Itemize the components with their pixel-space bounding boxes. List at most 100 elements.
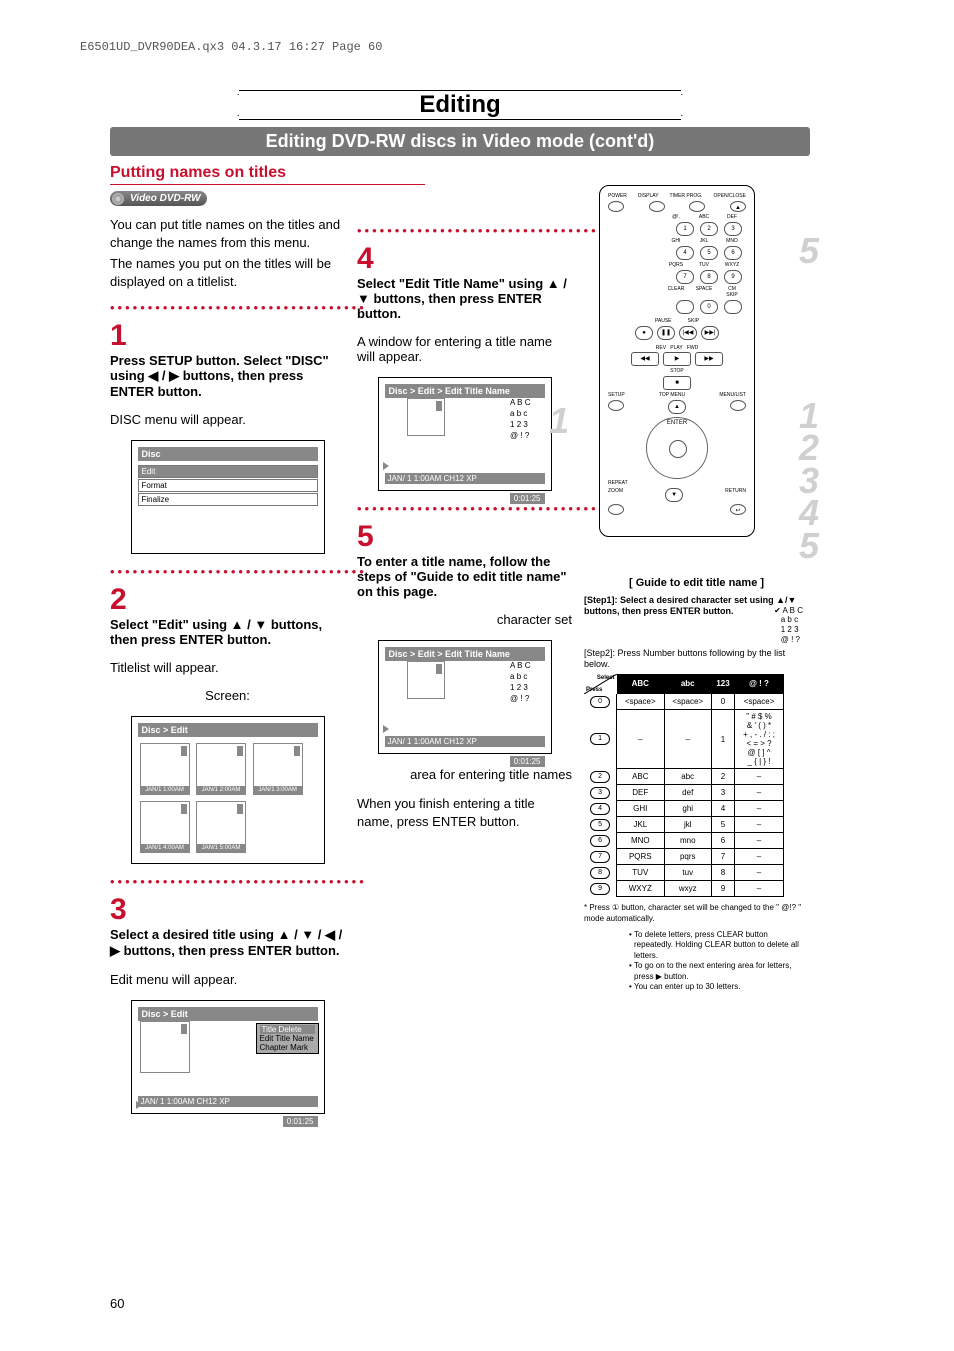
rec-button[interactable]: ●	[635, 326, 653, 340]
numpad-9[interactable]: 9	[724, 270, 742, 284]
menu-head: Disc	[138, 447, 318, 461]
table-cell: 0	[711, 694, 734, 710]
table-cell: 7	[711, 849, 734, 865]
table-cell: –	[617, 710, 664, 769]
table-cell: –	[664, 710, 711, 769]
numpad-fn[interactable]	[724, 300, 742, 314]
chevron-left-icon	[209, 94, 239, 116]
guide-charset: ✔ A B C a b c 1 2 3 @ ! ?	[774, 606, 803, 644]
return-button[interactable]: ↩	[730, 504, 746, 515]
table-key-cell: 3	[584, 785, 617, 801]
table-cell: pqrs	[664, 849, 711, 865]
table-cell: 3	[711, 785, 734, 801]
numpad-3[interactable]: 3	[724, 222, 742, 236]
zoom-button[interactable]	[608, 504, 624, 515]
numpad-7[interactable]: 7	[676, 270, 694, 284]
numpad-0[interactable]: 0	[700, 300, 718, 314]
table-key-cell: 6	[584, 833, 617, 849]
character-table: Select Press ABC abc 123 @ ! ? 0<space><…	[584, 674, 784, 898]
menu-item-finalize: Finalize	[138, 493, 318, 506]
label-repeat: REPEAT	[608, 480, 628, 486]
title-thumbnail: JAN/1 5:00AM	[196, 801, 246, 853]
menulist-button[interactable]	[730, 400, 746, 411]
fwd-button[interactable]: ▶▶	[695, 352, 723, 366]
label-stop: STOP	[670, 368, 684, 374]
topmenu-button[interactable]: ▲	[668, 400, 686, 414]
status-left: JAN/ 1 1:00AM CH12 XP	[388, 474, 477, 483]
display-button[interactable]	[649, 201, 665, 212]
numpad-label: JKL	[694, 238, 714, 244]
numpad-6[interactable]: 6	[724, 246, 742, 260]
rev-button[interactable]: ◀◀	[631, 352, 659, 366]
numpad-8[interactable]: 8	[700, 270, 718, 284]
label-display: DISPLAY	[638, 193, 659, 199]
character-set-list: A B C a b c 1 2 3 @ ! ?	[500, 659, 530, 703]
note-item: To go on to the next entering area for l…	[634, 961, 809, 982]
status-time: 0:01:25	[510, 756, 545, 767]
numpad-1[interactable]: 1	[676, 222, 694, 236]
charset-abc-lower: a b c	[510, 672, 530, 681]
label-zoom: ZOOM	[608, 488, 623, 502]
title-thumbnail	[140, 1021, 190, 1073]
th-abc-lower: abc	[664, 674, 711, 694]
step-2-text: Select "Edit" using ▲ / ▼ buttons, then …	[110, 617, 345, 647]
menu-item-edit: Edit	[138, 465, 318, 478]
status-bar: JAN/ 1 1:00AM CH12 XP	[138, 1096, 318, 1107]
numpad-4[interactable]: 4	[676, 246, 694, 260]
numpad-5[interactable]: 5	[700, 246, 718, 260]
pause-button[interactable]: ❚❚	[657, 326, 675, 340]
table-cell: jkl	[664, 817, 711, 833]
guide-step-2: [Step2]: Press Number buttons following …	[584, 648, 809, 670]
step-1-text: Press SETUP button. Select "DISC" using …	[110, 353, 345, 399]
intro-paragraph-2: The names you put on the titles will be …	[110, 255, 345, 290]
table-key-cell: 5	[584, 817, 617, 833]
table-cell: –	[735, 849, 784, 865]
thumb-caption: JAN/1 3:00AM	[254, 786, 302, 794]
direction-pad[interactable]: ENTER	[646, 417, 708, 479]
thumb-caption: JAN/1 2:00AM	[197, 786, 245, 794]
enter-button[interactable]	[669, 440, 687, 458]
menu-head: Disc > Edit	[138, 1007, 318, 1021]
table-cell: 8	[711, 865, 734, 881]
numpad-label: @!.	[666, 214, 686, 220]
divider-dots: ••••••••••••••••••••••••••••••••••	[110, 874, 345, 889]
play-icon	[383, 462, 389, 470]
step-4-text: Select "Edit Title Name" using ▲ / ▼ but…	[357, 276, 572, 321]
table-cell: MNO	[617, 833, 664, 849]
th-abc-upper: ABC	[617, 674, 664, 694]
label-setup: SETUP	[608, 392, 625, 398]
numpad-2[interactable]: 2	[700, 222, 718, 236]
step-3-text: Select a desired title using ▲ / ▼ / ◀ /…	[110, 927, 345, 959]
status-left: JAN/ 1 1:00AM CH12 XP	[141, 1097, 230, 1106]
open-close-button[interactable]: ▲	[730, 201, 746, 212]
charset-abc-lower: a b c	[510, 409, 530, 418]
timer-button[interactable]	[689, 201, 705, 212]
step-5-closing: When you finish entering a title name, p…	[357, 795, 572, 830]
table-cell: WXYZ	[617, 881, 664, 897]
file-header: E6501UD_DVR90DEA.qx3 04.3.17 16:27 Page …	[80, 40, 382, 54]
th-select: Select	[597, 675, 615, 681]
table-key-cell: 1	[584, 710, 617, 769]
status-left: JAN/ 1 1:00AM CH12 XP	[388, 737, 477, 746]
guide-step-1: [Step1]: Select a desired character set …	[584, 595, 809, 644]
numpad-label: SPACE	[694, 286, 714, 298]
charset-abc-upper: A B C	[510, 661, 530, 670]
table-cell: abc	[664, 769, 711, 785]
power-button[interactable]	[608, 201, 624, 212]
table-cell: 9	[711, 881, 734, 897]
status-bar: JAN/ 1 1:00AM CH12 XP	[385, 473, 545, 484]
step-3-sub: Edit menu will appear.	[110, 972, 345, 987]
numpad-label: CM SKIP	[722, 286, 742, 298]
label-menulist: MENU/LIST	[719, 392, 746, 398]
skip-prev-button[interactable]: |◀◀	[679, 326, 697, 340]
play-button[interactable]: ▶	[663, 352, 691, 366]
stop-button[interactable]: ■	[663, 376, 691, 390]
numpad-fn[interactable]	[676, 300, 694, 314]
setup-button[interactable]	[608, 400, 624, 411]
remote-control: POWER DISPLAY TIMER PROG. OPEN/CLOSE ▲ @…	[599, 185, 755, 537]
skip-next-button[interactable]: ▶▶|	[701, 326, 719, 340]
label-skip: SKIP	[688, 318, 699, 324]
numpad-label: CLEAR	[666, 286, 686, 298]
table-cell: GHI	[617, 801, 664, 817]
down-button[interactable]: ▼	[665, 488, 683, 502]
